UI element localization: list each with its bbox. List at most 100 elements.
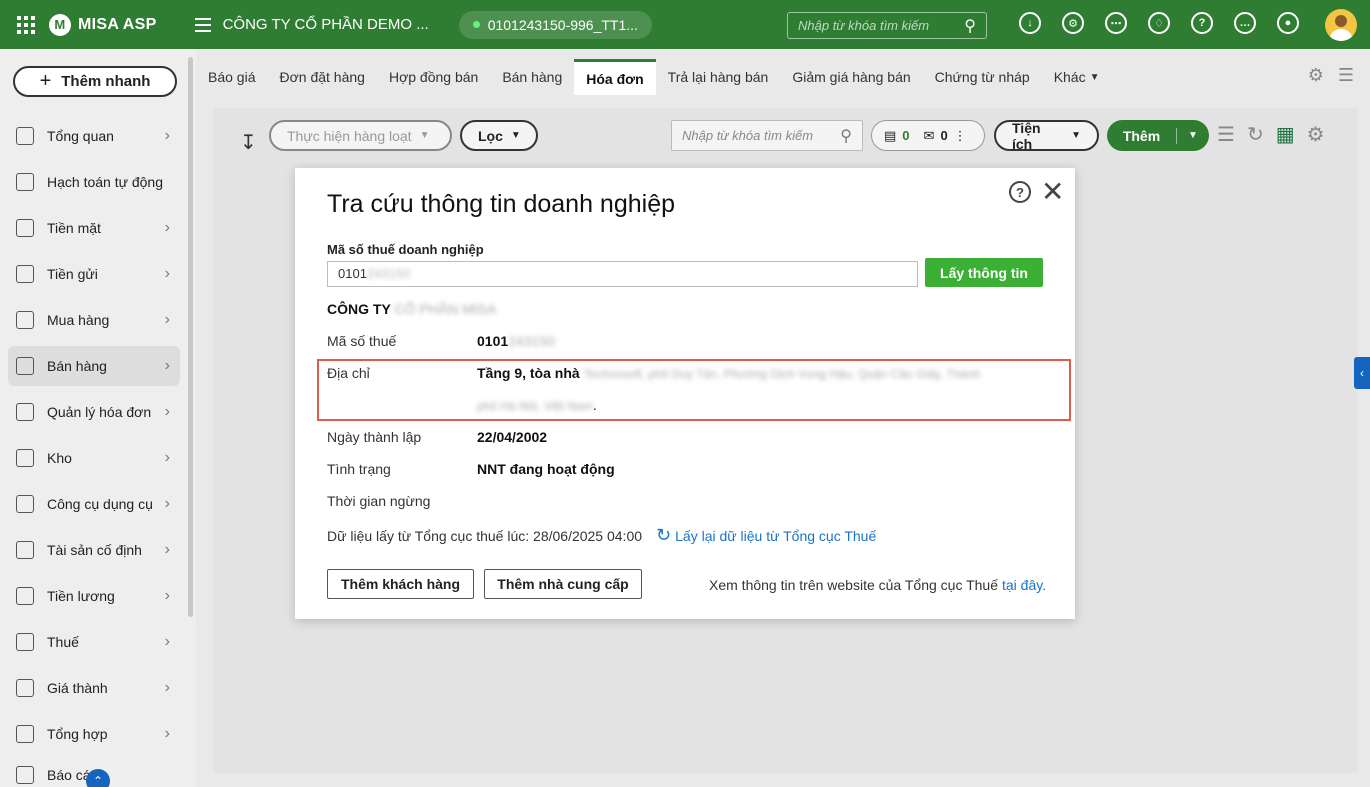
source-text: Dữ liệu lấy từ Tổng cục thuế lúc: 28/06/… [327, 527, 643, 544]
sidebar-item-label: Thuế [47, 634, 79, 650]
caret-down-icon: ▼ [1071, 130, 1081, 141]
sort-down-icon[interactable]: ↧ [240, 130, 257, 155]
download-icon[interactable]: ↓ [1019, 12, 1041, 34]
fetch-info-button[interactable]: Lấy thông tin [925, 258, 1043, 287]
sidebar-item-mua-hang[interactable]: Mua hàng › [8, 300, 180, 340]
web-link[interactable]: tại đây. [1002, 577, 1046, 593]
close-icon[interactable]: ✕ [1041, 178, 1064, 206]
chevron-right-icon: › [164, 587, 170, 604]
tax-code-label: Mã số thuế [327, 333, 397, 349]
tab-khac-label: Khác [1053, 69, 1086, 85]
cart-icon [16, 357, 34, 375]
help-icon[interactable]: ? [1009, 181, 1031, 203]
list-view-icon[interactable]: ☰ [1338, 65, 1354, 86]
address-blurred-1: Technosoft, phố Duy Tân, Phường Dịch Vọn… [583, 367, 981, 381]
list-search-input[interactable]: Nhập từ khóa tìm kiếm ⚲ [671, 120, 863, 151]
workflow-icon[interactable]: ☰ [1217, 122, 1235, 147]
filter-button[interactable]: Lọc ▼ [460, 120, 538, 151]
caret-down-icon[interactable]: ▼ [1177, 130, 1209, 141]
address-value: Tầng 9, tòa nhà Technosoft, phố Duy Tân,… [477, 365, 980, 381]
company-blurred: CỔ PHẦN MISA [394, 301, 497, 317]
sidebar-item-quan-ly-hoa-don[interactable]: Quản lý hóa đơn › [8, 392, 180, 432]
tax-code-visible: 0101 [477, 333, 509, 349]
logo[interactable]: M MISA ASP [49, 13, 157, 36]
tax-code-selector[interactable]: 0101243150-996_TT1... [458, 10, 652, 39]
sidebar-item-tien-luong[interactable]: Tiền lương › [8, 576, 180, 616]
dialog-title: Tra cứu thông tin doanh nghiệp [327, 190, 675, 218]
chart-report-icon [16, 766, 34, 784]
sidebar-item-label: Báo cá [47, 767, 91, 783]
add-customer-button[interactable]: Thêm khách hàng [327, 569, 474, 599]
sidebar-scrollbar[interactable] [188, 57, 193, 617]
tax-code-value: 0101243150 [477, 333, 555, 349]
excel-icon[interactable]: ▦ [1276, 122, 1295, 147]
counter-pill[interactable]: ▤ 0 ✉ 0 ⋮ [871, 120, 985, 151]
sidebar-item-label: Công cụ dụng cụ [47, 496, 153, 512]
menu-icon[interactable] [194, 17, 211, 32]
company-prefix: CÔNG TY [327, 301, 391, 317]
app-grid-icon[interactable] [17, 15, 35, 34]
sidebar-item-tien-mat[interactable]: Tiền mặt › [8, 208, 180, 248]
tab-giam-gia[interactable]: Giảm giá hàng bán [780, 59, 922, 95]
sidebar-item-gia-thanh[interactable]: Giá thành › [8, 668, 180, 708]
batch-action-button[interactable]: Thực hiện hàng loạt ▼ [269, 120, 452, 151]
sidebar-item-ban-hang[interactable]: Bán hàng › [8, 346, 180, 386]
utilities-button[interactable]: Tiện ích ▼ [994, 120, 1099, 152]
tax-code-input[interactable]: 0101243150 [327, 261, 918, 287]
settings-icon[interactable]: ⚙ [1062, 12, 1084, 34]
sidebar-item-hach-toan[interactable]: Hạch toán tự động [8, 162, 180, 202]
side-panel-toggle[interactable]: ‹ [1354, 357, 1370, 389]
car-icon [16, 541, 34, 559]
chevron-right-icon: › [164, 495, 170, 512]
more-icon[interactable]: … [1234, 12, 1256, 34]
caret-down-icon: ▼ [1089, 71, 1100, 83]
map-pin-icon[interactable]: ● [1277, 12, 1299, 34]
quick-add-label: Thêm nhanh [61, 73, 151, 90]
bell-icon[interactable]: ♢ [1148, 12, 1170, 34]
tab-ban-hang[interactable]: Bán hàng [490, 59, 574, 95]
status-value: NNT đang hoạt động [477, 461, 615, 477]
module-tabs: Báo giá Đơn đặt hàng Hợp đồng bán Bán hà… [196, 55, 1370, 95]
sidebar-item-tong-quan[interactable]: Tổng quan › [8, 116, 180, 156]
chevron-right-icon: › [164, 403, 170, 420]
doc-count: 0 [902, 128, 910, 143]
sidebar-item-kho[interactable]: Kho › [8, 438, 180, 478]
company-name[interactable]: CÔNG TY CỔ PHẦN DEMO ... [223, 16, 429, 33]
help-icon[interactable]: ? [1191, 12, 1213, 34]
auto-gear-icon [16, 173, 34, 191]
refresh-data-link[interactable]: ↻ Lấy lại dữ liệu từ Tổng cục Thuế [656, 525, 876, 546]
sidebar-item-tong-hop[interactable]: Tổng hợp › [8, 714, 180, 754]
sidebar-menu: Tổng quan › Hạch toán tự động Tiền mặt › T… [8, 116, 180, 787]
tab-hop-dong-ban[interactable]: Hợp đồng bán [377, 59, 490, 95]
tab-tra-lai[interactable]: Trả lại hàng bán [656, 59, 781, 95]
main-tools: ☰ ↻ ▦ ⚙ [1217, 122, 1325, 147]
sidebar-item-label: Hạch toán tự động [47, 174, 164, 190]
tab-don-dat-hang[interactable]: Đơn đặt hàng [267, 59, 376, 95]
document-icon: ▤ [884, 127, 897, 143]
add-supplier-button[interactable]: Thêm nhà cung cấp [484, 569, 642, 599]
sidebar-item-tai-san[interactable]: Tài sản cố định › [8, 530, 180, 570]
add-button[interactable]: Thêm ▼ [1107, 120, 1209, 151]
quick-add-button[interactable]: + Thêm nhanh [13, 66, 177, 97]
chat-icon[interactable]: ⋯ [1105, 12, 1127, 34]
sidebar-item-tien-gui[interactable]: Tiền gửi › [8, 254, 180, 294]
tax-code-blurred: 243150 [508, 333, 555, 349]
founded-value: 22/04/2002 [477, 429, 548, 445]
tab-khac[interactable]: Khác ▼ [1042, 59, 1112, 95]
sidebar-item-thue[interactable]: Thuế › [8, 622, 180, 662]
sidebar-item-cong-cu[interactable]: Công cụ dụng cụ › [8, 484, 180, 524]
tab-bao-gia[interactable]: Báo giá [196, 59, 267, 95]
tab-hoa-don[interactable]: Hóa đơn [574, 59, 656, 95]
tab-chung-tu-nhap[interactable]: Chứng từ nháp [923, 59, 1042, 95]
gear-icon[interactable]: ⚙ [1308, 65, 1324, 86]
search-icon[interactable]: ⚲ [840, 126, 852, 146]
global-search-input[interactable]: Nhập từ khóa tìm kiếm ⚲ [787, 12, 987, 39]
invoice-icon [16, 403, 34, 421]
warehouse-icon [16, 449, 34, 467]
avatar[interactable] [1325, 9, 1357, 41]
chevron-right-icon: › [164, 679, 170, 696]
refresh-icon[interactable]: ↻ [1247, 122, 1264, 147]
scroll-up-icon[interactable]: ⌃ [86, 769, 110, 787]
search-icon[interactable]: ⚲ [964, 16, 976, 36]
gear-icon[interactable]: ⚙ [1307, 122, 1325, 147]
